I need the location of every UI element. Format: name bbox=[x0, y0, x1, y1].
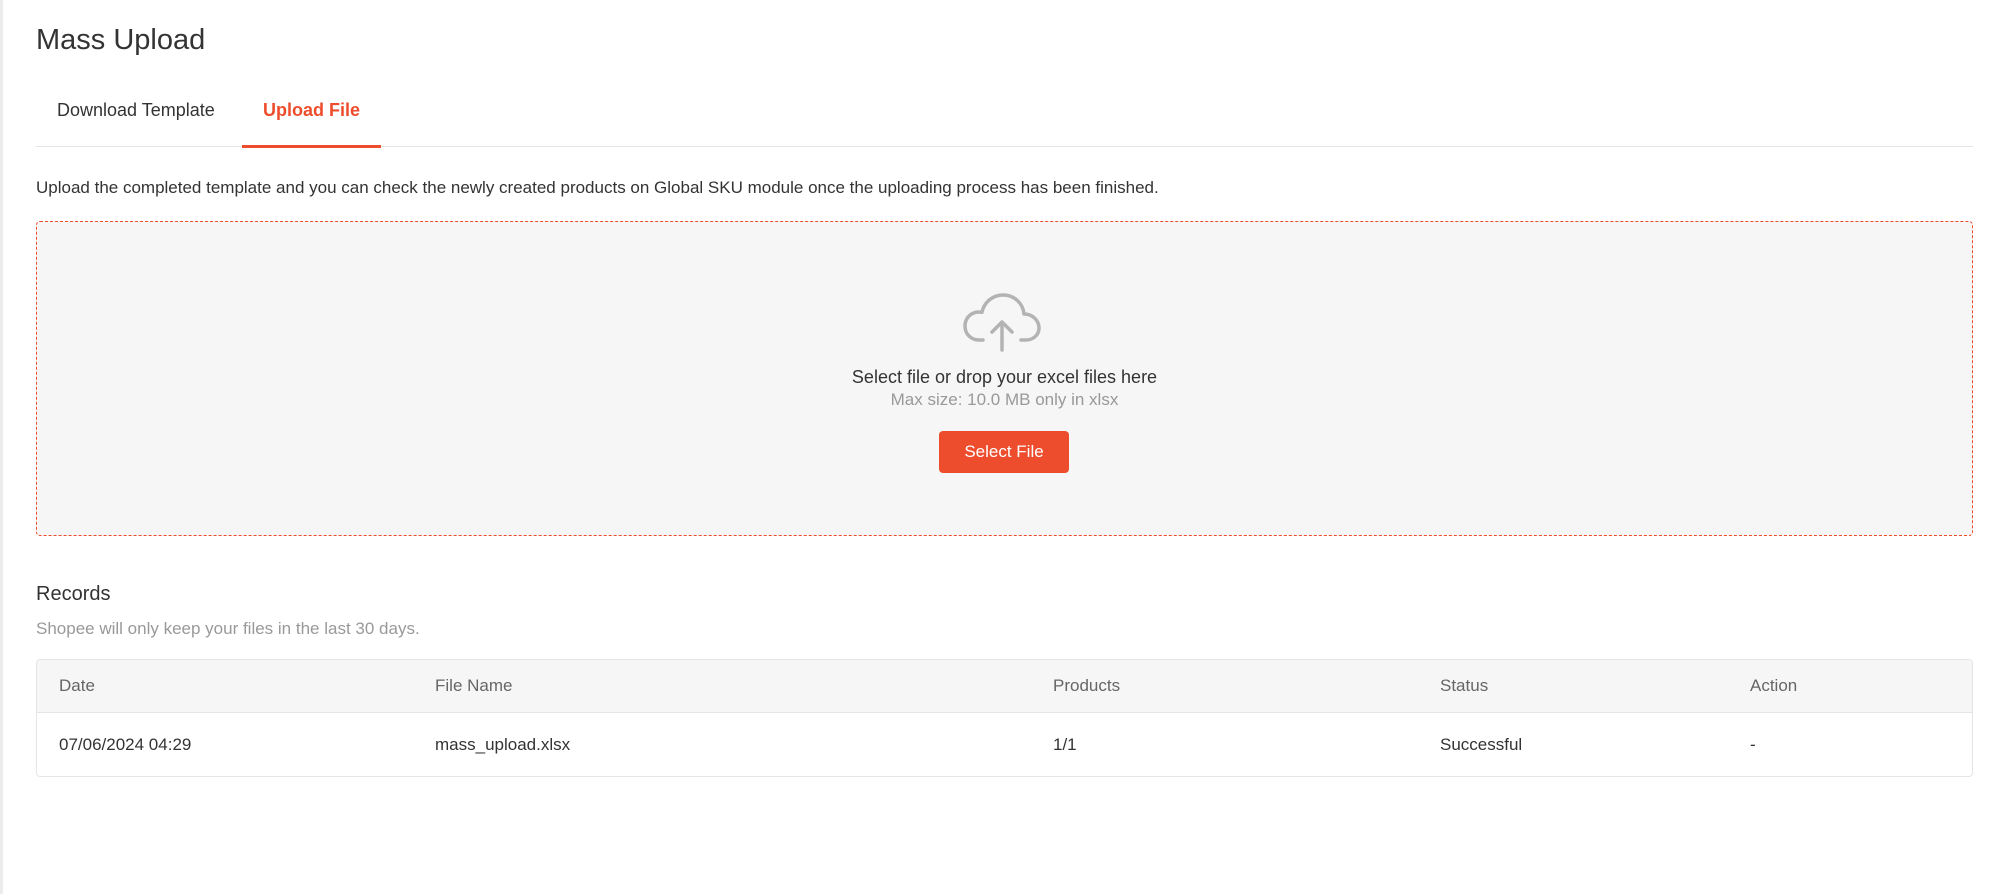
page-title: Mass Upload bbox=[36, 24, 206, 56]
column-header-action: Action bbox=[1750, 676, 1798, 695]
file-dropzone[interactable]: Select file or drop your excel files her… bbox=[36, 221, 1973, 536]
dropzone-title: Select file or drop your excel files her… bbox=[851, 367, 1158, 387]
dropzone-hint: Max size: 10.0 MB only in xlsx bbox=[890, 390, 1119, 409]
table-header: Date File Name Products Status Action bbox=[37, 660, 1972, 713]
cell-action: - bbox=[1750, 735, 1756, 754]
select-file-button[interactable]: Select File bbox=[939, 431, 1069, 473]
table-row: 07/06/2024 04:29 mass_upload.xlsx 1/1 Su… bbox=[37, 713, 1972, 776]
mass-upload-page: Mass Upload Download Template Upload Fil… bbox=[0, 0, 1999, 894]
records-table: Date File Name Products Status Action 07… bbox=[36, 659, 1973, 777]
cell-products: 1/1 bbox=[1053, 735, 1077, 754]
cloud-upload-icon bbox=[963, 293, 1041, 352]
cell-status: Successful bbox=[1440, 735, 1523, 754]
records-subtitle: Shopee will only keep your files in the … bbox=[36, 619, 420, 638]
column-header-products: Products bbox=[1053, 676, 1121, 695]
records-title: Records bbox=[36, 583, 111, 605]
column-header-date: Date bbox=[59, 676, 95, 695]
upload-description: Upload the completed template and you ca… bbox=[36, 178, 1159, 197]
tab-bar: Download Template Upload File bbox=[36, 94, 1973, 148]
tab-download-template[interactable]: Download Template bbox=[36, 94, 236, 147]
tab-upload-file[interactable]: Upload File bbox=[242, 94, 382, 148]
column-header-file-name: File Name bbox=[435, 676, 513, 695]
cell-date: 07/06/2024 04:29 bbox=[59, 735, 192, 754]
cell-file-name: mass_upload.xlsx bbox=[435, 735, 571, 754]
column-header-status: Status bbox=[1440, 676, 1489, 695]
